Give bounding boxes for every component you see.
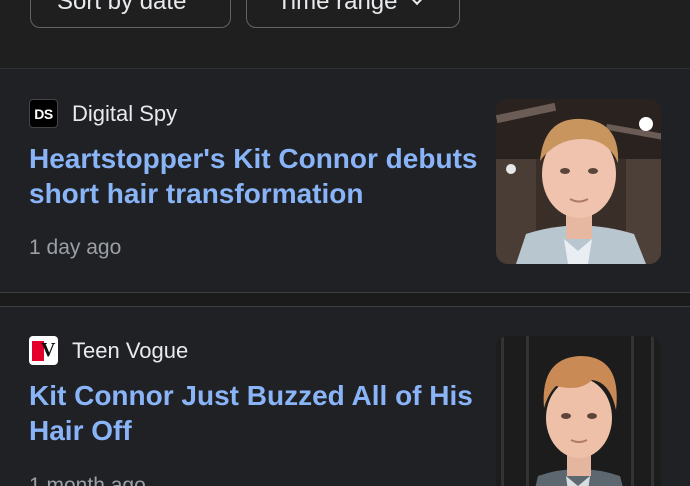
article-thumbnail[interactable] bbox=[496, 336, 661, 486]
time-range-chip[interactable]: Time range bbox=[246, 0, 460, 28]
article-thumbnail[interactable] bbox=[496, 99, 661, 264]
digital-spy-logo-icon: DS bbox=[29, 99, 58, 128]
thumbnail-image bbox=[496, 99, 661, 264]
news-source: DS Digital Spy bbox=[29, 99, 177, 128]
teen-vogue-logo-icon: V bbox=[29, 336, 58, 365]
publish-time: 1 month ago bbox=[29, 474, 146, 486]
news-card[interactable]: DS Digital Spy Heartstopper's Kit Connor… bbox=[0, 69, 690, 293]
card-separator bbox=[0, 293, 690, 306]
source-name: Teen Vogue bbox=[72, 338, 189, 363]
publish-time: 1 day ago bbox=[29, 236, 122, 259]
news-card[interactable]: V Teen Vogue Kit Connor Just Buzzed All … bbox=[0, 306, 690, 486]
source-name: Digital Spy bbox=[72, 101, 178, 126]
time-range-label: Time range bbox=[277, 0, 398, 15]
chevron-down-icon bbox=[409, 0, 424, 6]
headline-link[interactable]: Heartstopper's Kit Connor debuts short h… bbox=[29, 141, 479, 211]
news-source: V Teen Vogue bbox=[29, 336, 188, 365]
logo-text: DS bbox=[34, 105, 53, 122]
sort-by-date-chip[interactable]: Sort by date bbox=[30, 0, 231, 28]
thumbnail-image bbox=[496, 336, 661, 486]
headline-link[interactable]: Kit Connor Just Buzzed All of His Hair O… bbox=[29, 378, 479, 448]
sort-by-date-label: Sort by date bbox=[57, 0, 187, 15]
filter-bar: Sort by date Time range bbox=[0, 0, 690, 69]
logo-shape: V bbox=[41, 339, 56, 361]
news-results-page: Sort by date Time range DS Digital Spy H… bbox=[0, 0, 690, 486]
